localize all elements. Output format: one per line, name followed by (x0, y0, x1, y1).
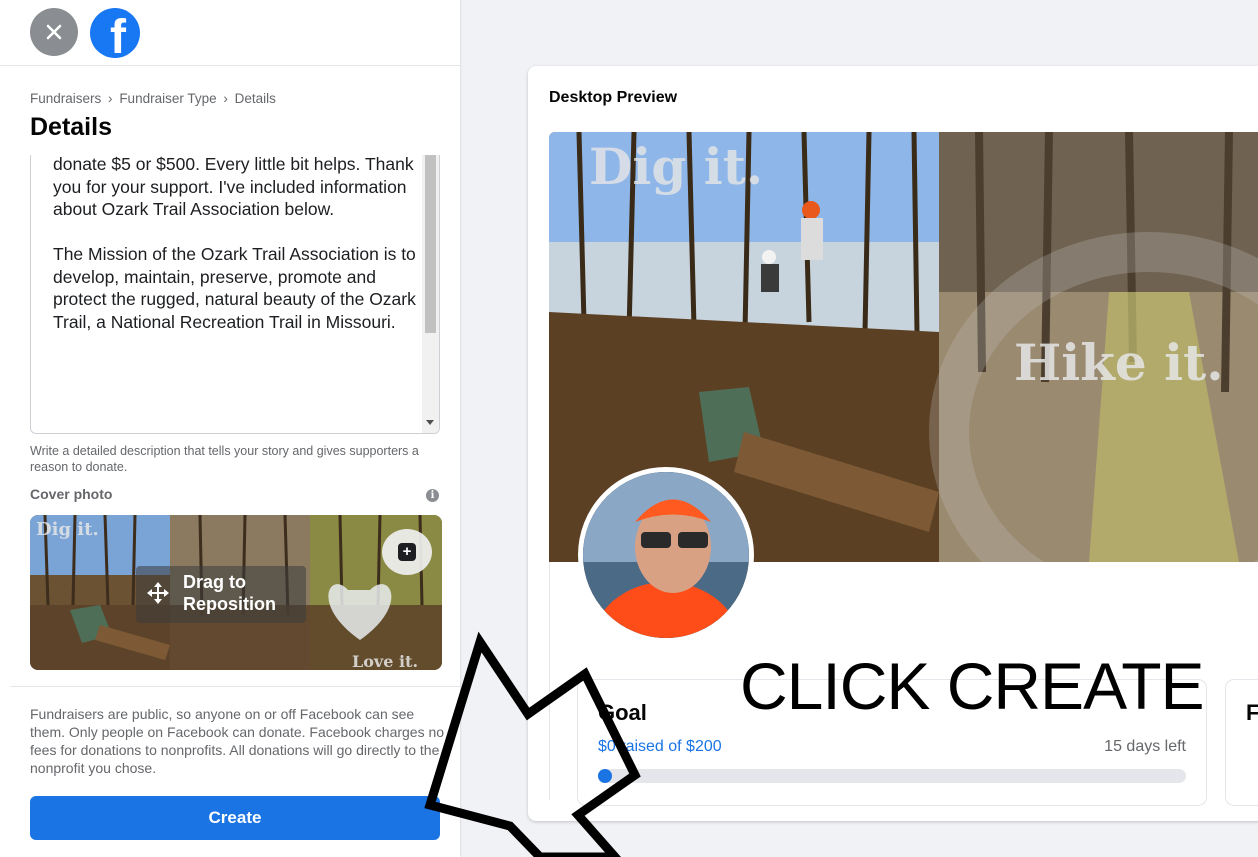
change-cover-button[interactable]: + (382, 529, 432, 575)
breadcrumb: Fundraisers › Fundraiser Type › Details (30, 91, 276, 106)
desktop-preview-title: Desktop Preview (549, 89, 678, 106)
breadcrumb-separator: › (223, 91, 228, 106)
close-icon (46, 24, 62, 40)
description-textarea[interactable]: donate $5 or $500. Every little bit help… (30, 155, 440, 434)
days-left: 15 days left (1104, 738, 1186, 755)
cover-thumb-text-top: Dig it. (36, 519, 99, 540)
breadcrumb-item-fundraiser-type[interactable]: Fundraiser Type (119, 91, 216, 106)
cover-photo-label: Cover photo (30, 486, 113, 502)
progress-bar (598, 769, 1186, 783)
scrollbar-thumb[interactable] (425, 155, 436, 333)
breadcrumb-item-fundraisers[interactable]: Fundraisers (30, 91, 101, 106)
create-button[interactable]: Create (30, 796, 440, 840)
secondary-card-title: F (1246, 700, 1258, 725)
facebook-logo-letter: f (110, 11, 126, 59)
secondary-card (1226, 680, 1258, 805)
page-title: Details (30, 113, 112, 141)
description-text[interactable]: donate $5 or $500. Every little bit help… (53, 155, 425, 333)
breadcrumb-separator: › (108, 91, 113, 106)
annotation-click-create: CLICK CREATE (740, 649, 1205, 723)
preview-cover-text-1: Dig it. (589, 137, 763, 196)
description-scrollbar[interactable] (422, 155, 439, 433)
preview-cover-text-2: Hike it. (1014, 333, 1224, 392)
cover-thumb-text-bottom: Love it. (352, 652, 418, 670)
avatar (578, 467, 754, 643)
facebook-logo-icon[interactable]: f (90, 8, 140, 58)
fundraiser-form-panel: f Fundraisers › Fundraiser Type › Detail… (0, 0, 460, 857)
breadcrumb-item-details: Details (234, 91, 276, 106)
annotation-arrow-icon (424, 631, 641, 857)
add-photo-icon: + (398, 543, 416, 561)
close-button[interactable] (30, 8, 78, 56)
scroll-down-arrow-icon[interactable] (426, 420, 434, 425)
move-arrows-icon (147, 582, 169, 604)
top-bar: f (0, 0, 460, 66)
description-help-text: Write a detailed description that tells … (30, 444, 419, 474)
public-fundraiser-note: Fundraisers are public, so anyone on or … (30, 706, 445, 776)
info-icon[interactable]: i (426, 489, 439, 502)
avatar-image (583, 472, 749, 638)
divider (10, 686, 460, 687)
drag-to-reposition-label: Drag to Reposition (183, 572, 276, 614)
